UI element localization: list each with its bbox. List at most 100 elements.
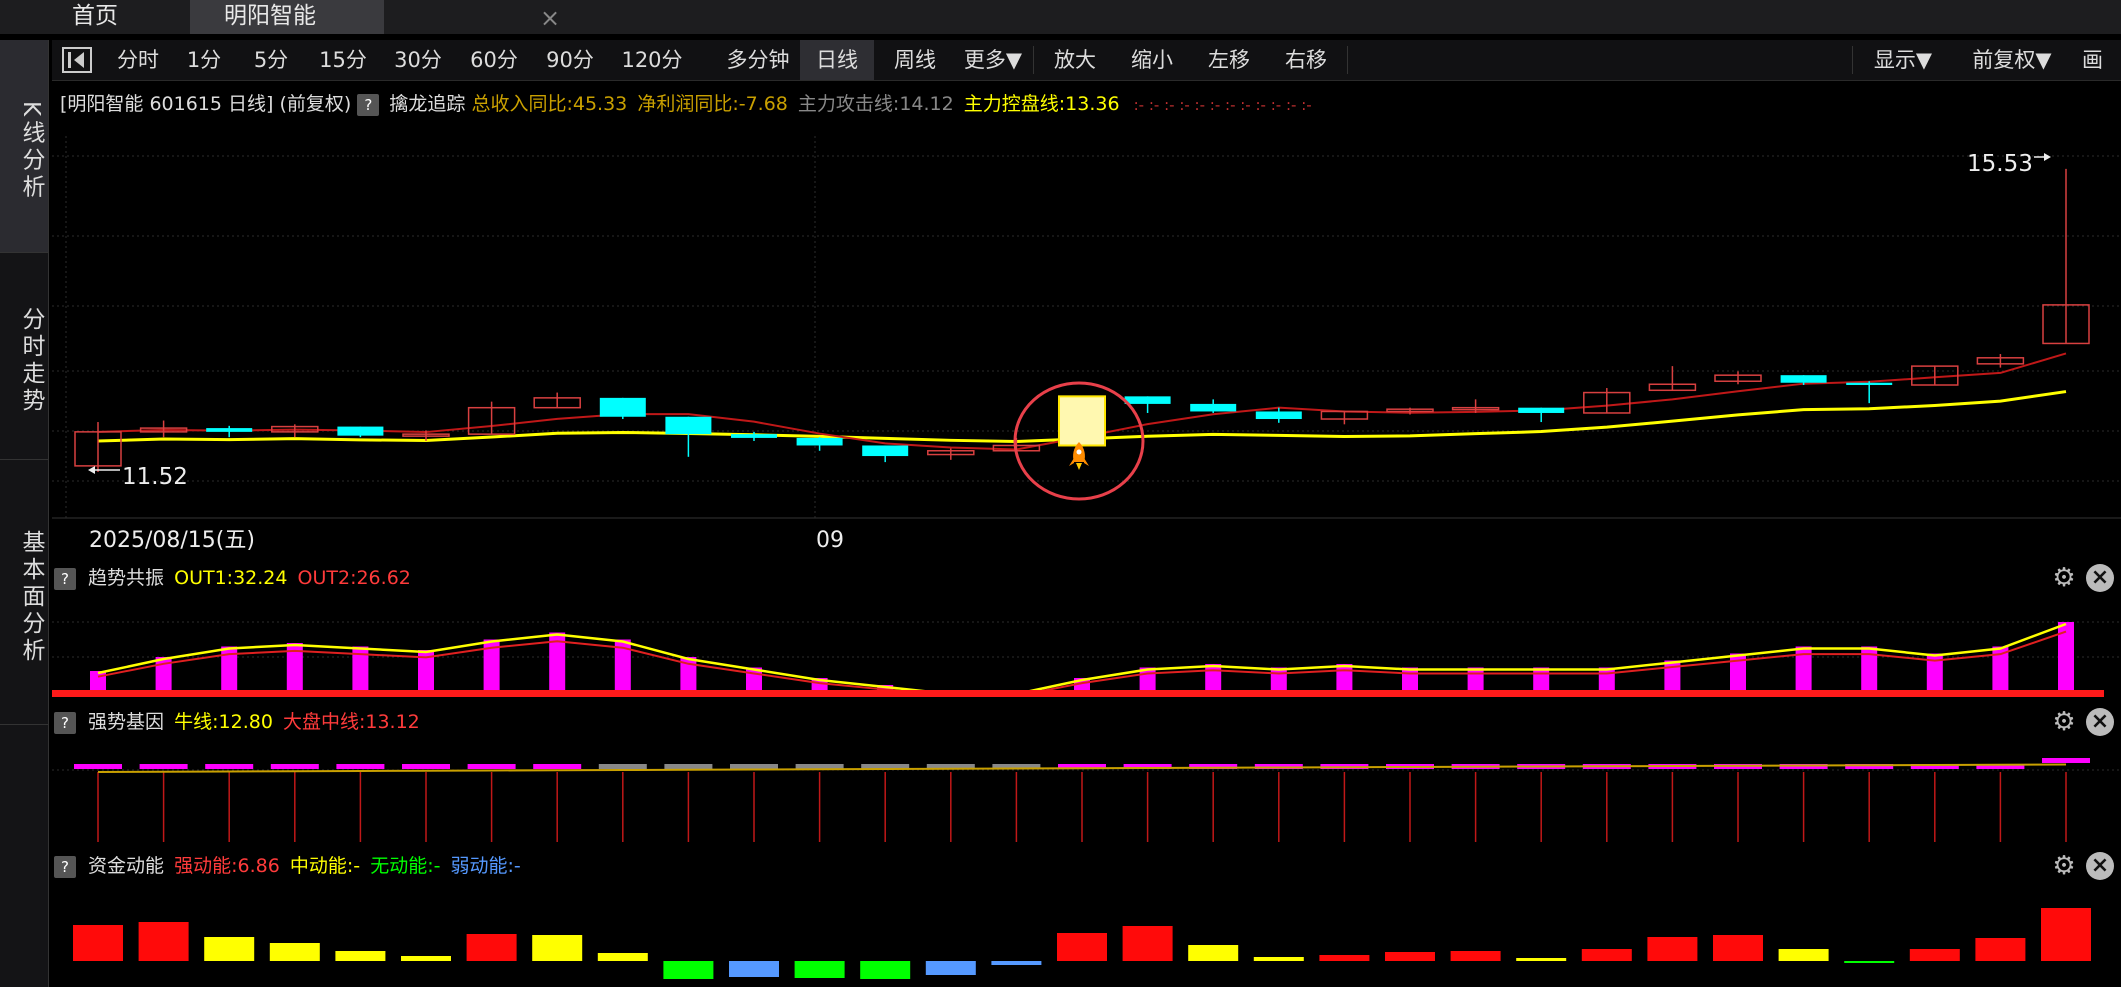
period-multi-minute[interactable]: 多分钟 xyxy=(722,40,794,80)
adjust-dropdown[interactable]: 前复权▼ xyxy=(1957,40,2067,80)
fund-bar xyxy=(2041,908,2091,961)
panel2-settings-gear-icon[interactable]: ⚙ xyxy=(2050,708,2078,736)
move-right-button[interactable]: 右移 xyxy=(1270,40,1342,80)
candle-body-down xyxy=(1124,396,1171,404)
help-icon[interactable]: ? xyxy=(54,568,76,590)
candle-body-down xyxy=(731,434,777,438)
panel3-settings-gear-icon[interactable]: ⚙ xyxy=(2050,852,2078,880)
base-band xyxy=(52,690,2104,697)
control-line-value: 主力控盘线:13.36 xyxy=(963,93,1120,115)
gene-bar xyxy=(467,764,516,769)
toolbar-divider xyxy=(1852,46,1853,74)
panel1-name[interactable]: 趋势共振 xyxy=(88,567,164,589)
high-arrow-icon xyxy=(2034,153,2051,161)
panel1-out2: OUT2:26.62 xyxy=(297,567,411,589)
tab-close-icon[interactable]: × xyxy=(540,2,560,34)
chart-info-line: [明阳智能 601615 日线] (前复权) ? 擒龙追踪 总收入同比:45.3… xyxy=(60,90,1312,118)
gene-bar xyxy=(139,764,188,769)
nav-kline-analysis[interactable]: K线分析 xyxy=(0,40,48,253)
low-arrow-icon xyxy=(88,466,120,474)
help-icon[interactable]: ? xyxy=(54,712,76,734)
fund-bar xyxy=(401,956,451,961)
tab-bar: 首页 明阳智能 × xyxy=(0,0,2121,34)
revenue-yoy: 总收入同比:45.33 xyxy=(471,93,628,115)
gene-bar xyxy=(270,764,319,769)
period-15min[interactable]: 15分 xyxy=(307,40,379,80)
more-dropdown[interactable]: 更多▼ xyxy=(957,40,1029,80)
period-60min[interactable]: 60分 xyxy=(458,40,530,80)
zoom-out-button[interactable]: 缩小 xyxy=(1116,40,1188,80)
tab-stock[interactable]: 明阳智能 × xyxy=(190,0,560,34)
kline-chart[interactable]: 15.53 11.52 2025/08/15(五) 09 xyxy=(52,126,2121,556)
fund-bar xyxy=(1909,949,1960,961)
candle-body-down xyxy=(1846,382,1893,386)
panel1-close-icon[interactable]: × xyxy=(2086,564,2114,592)
fund-bar xyxy=(1385,952,1435,961)
panel1-header: ? 趋势共振 OUT1:32.24 OUT2:26.62 xyxy=(54,564,411,592)
tab-stock-label: 明阳智能 xyxy=(224,3,316,29)
gene-bar xyxy=(402,764,450,769)
fund-bar xyxy=(335,951,386,961)
date-start-label: 2025/08/15(五) xyxy=(89,528,255,553)
period-daily[interactable]: 日线 xyxy=(800,40,874,80)
fund-bar xyxy=(1319,955,1370,961)
collapse-sidebar-icon[interactable] xyxy=(60,40,94,80)
toolbar-divider xyxy=(1033,46,1034,74)
fund-bar xyxy=(1778,949,1829,961)
fund-bar xyxy=(1057,933,1107,961)
panel3-name[interactable]: 资金动能 xyxy=(88,855,164,877)
fund-bar xyxy=(73,925,123,961)
period-fenshi[interactable]: 分时 xyxy=(107,40,169,80)
gene-bar xyxy=(664,764,713,769)
indicator-name[interactable]: 擒龙追踪 xyxy=(389,93,465,115)
panel3-strong: 强动能:6.86 xyxy=(174,855,280,877)
draw-line-button[interactable]: 画线 xyxy=(2082,40,2121,80)
fund-bar xyxy=(466,934,517,961)
tab-home[interactable]: 首页 xyxy=(0,0,190,34)
gene-bar xyxy=(74,764,122,769)
move-left-button[interactable]: 左移 xyxy=(1193,40,1265,80)
nav-fundamental-analysis[interactable]: 基本面分析 xyxy=(0,460,48,725)
period-90min[interactable]: 90分 xyxy=(534,40,606,80)
gene-bar xyxy=(2042,758,2090,763)
fund-bar xyxy=(1844,961,1895,963)
candle-body-down xyxy=(599,397,646,417)
candle-body-down xyxy=(1190,403,1237,412)
toolbar-divider xyxy=(1347,46,1348,74)
gene-bar xyxy=(730,764,778,769)
attack-line-value: 主力攻击线:14.12 xyxy=(797,93,954,115)
panel2-close-icon[interactable]: × xyxy=(2086,708,2114,736)
gene-bar xyxy=(205,764,254,769)
gene-bar xyxy=(533,764,582,769)
gene-bar xyxy=(598,764,647,769)
period-120min[interactable]: 120分 xyxy=(610,40,694,80)
candle-body-down xyxy=(206,428,253,432)
zoom-in-button[interactable]: 放大 xyxy=(1039,40,1111,80)
fund-bar xyxy=(269,943,320,961)
panel1-settings-gear-icon[interactable]: ⚙ xyxy=(2050,564,2078,592)
period-toolbar: 分时 1分 5分 15分 30分 60分 90分 120分 多分钟 日线 周线 … xyxy=(52,40,2121,81)
period-weekly[interactable]: 周线 xyxy=(878,40,952,80)
panel2-name[interactable]: 强势基因 xyxy=(88,711,164,733)
fund-bar xyxy=(532,935,583,961)
display-dropdown[interactable]: 显示▼ xyxy=(1858,40,1948,80)
fund-bar xyxy=(1975,938,2026,961)
help-icon[interactable]: ? xyxy=(357,94,380,116)
help-icon[interactable]: ? xyxy=(54,856,76,878)
nav-intraday-trend[interactable]: 分时走势 xyxy=(0,253,48,460)
panel1-chart xyxy=(52,621,2121,697)
period-5min[interactable]: 5分 xyxy=(240,40,302,80)
panel3-close-icon[interactable]: × xyxy=(2086,852,2114,880)
candles xyxy=(74,168,2090,472)
fund-bar xyxy=(991,961,1042,965)
panel2-chart xyxy=(52,758,2121,842)
period-1min[interactable]: 1分 xyxy=(174,40,234,80)
fund-bar xyxy=(204,937,255,961)
panel2-header: ? 强势基因 牛线:12.80 大盘中线:13.12 xyxy=(54,708,420,736)
gene-bar xyxy=(336,764,385,769)
stock-title: [明阳智能 601615 日线] (前复权) xyxy=(60,93,352,115)
candle-body-down xyxy=(1780,375,1827,383)
panel3-chart xyxy=(73,908,2091,979)
period-30min[interactable]: 30分 xyxy=(382,40,454,80)
left-nav: K线分析 分时走势 基本面分析 xyxy=(0,40,49,987)
